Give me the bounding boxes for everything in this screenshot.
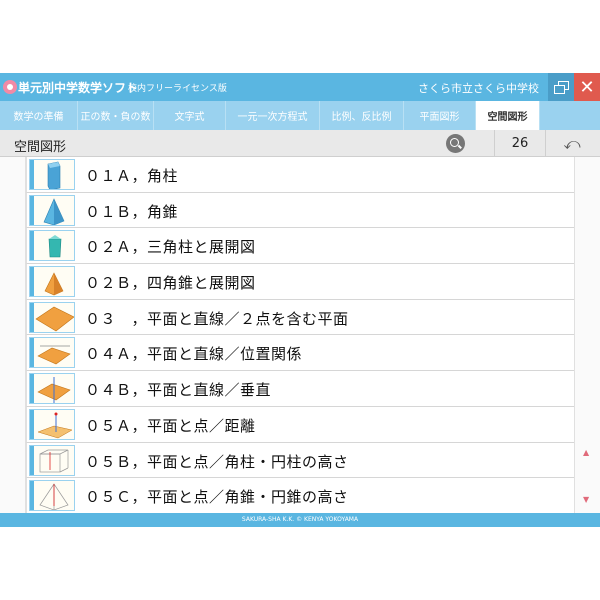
search-icon[interactable] [446, 134, 465, 153]
lesson-label: ０２Ｂ，四角錐と展開図 [85, 274, 256, 293]
tab-literal-expressions[interactable]: 文字式 [154, 101, 226, 130]
app-window: 単元別中学数学ソフト 校内フリーライセンス版 さくら市立さくら中学校 ✕ 数学の… [0, 73, 600, 527]
list-item[interactable]: ０４Ｂ，平面と直線／垂直 [26, 371, 574, 407]
plane-thumbnail-icon [29, 301, 75, 333]
section-header: 空間図形 26 ⤺ [0, 130, 600, 157]
list-item[interactable]: ０２Ｂ，四角錐と展開図 [26, 264, 574, 300]
restore-window-button[interactable] [548, 73, 574, 101]
list-item[interactable]: ０５Ａ，平面と点／距離 [26, 406, 574, 443]
lesson-label: ０５Ｂ，平面と点／角柱・円柱の高さ [85, 452, 349, 471]
lesson-list-area: ０１Ａ，角柱 ０１Ｂ，角錐 ０２Ａ，三角柱と展開図 ０２Ｂ，四角錐と展開図 ０３… [0, 157, 600, 513]
license-label: 校内フリーライセンス版 [128, 84, 227, 94]
tab-positive-negative-numbers[interactable]: 正の数・負の数 [78, 101, 154, 130]
app-title: 単元別中学数学ソフト [18, 81, 139, 95]
lesson-label: ０２Ａ，三角柱と展開図 [85, 238, 256, 257]
list-item[interactable]: ０２Ａ，三角柱と展開図 [26, 228, 574, 265]
back-icon[interactable]: ⤺ [552, 134, 592, 153]
lesson-label: ０３ ，平面と直線／２点を含む平面 [85, 309, 349, 328]
close-window-button[interactable]: ✕ [574, 73, 600, 101]
list-item[interactable]: ０３ ，平面と直線／２点を含む平面 [26, 299, 574, 336]
item-count: 26 [494, 130, 546, 157]
prism-thumbnail-icon [29, 159, 75, 190]
sakura-logo-icon [3, 80, 17, 94]
plane-point-thumbnail-icon [29, 408, 75, 440]
list-item[interactable]: ０４Ａ，平面と直線／位置関係 [26, 335, 574, 372]
scrollbar[interactable]: ▲ ▼ [574, 157, 600, 513]
tab-linear-equations[interactable]: 一元一次方程式 [226, 101, 320, 130]
list-item[interactable]: ０５Ｃ，平面と点／角錐・円錐の高さ [26, 478, 574, 513]
list-item[interactable]: ０１Ｂ，角錐 [26, 192, 574, 229]
lesson-label: ０１Ｂ，角錐 [85, 202, 179, 221]
lesson-label: ０１Ａ，角柱 [85, 167, 179, 185]
left-gutter [0, 157, 26, 513]
lesson-label: ０４Ｂ，平面と直線／垂直 [85, 381, 272, 400]
scroll-down-icon[interactable]: ▼ [583, 495, 589, 504]
lesson-label: ０４Ａ，平面と直線／位置関係 [85, 345, 303, 364]
lesson-label: ０５Ｃ，平面と点／角錐・円錐の高さ [85, 488, 349, 507]
tab-proportion[interactable]: 比例、反比例 [320, 101, 404, 130]
tab-math-preparation[interactable]: 数学の準備 [0, 101, 78, 130]
list-item[interactable]: ０５Ｂ，平面と点／角柱・円柱の高さ [26, 442, 574, 479]
scroll-up-icon[interactable]: ▲ [583, 448, 589, 457]
title-bar: 単元別中学数学ソフト 校内フリーライセンス版 さくら市立さくら中学校 ✕ [0, 73, 600, 101]
footer-copyright: SAKURA-SHA K.K. © KENYA YOKOYAMA [0, 513, 600, 527]
triangular-prism-thumbnail-icon [29, 230, 75, 262]
list-item[interactable]: ０１Ａ，角柱 [26, 157, 574, 193]
close-icon: ✕ [579, 76, 595, 98]
tab-empty [540, 101, 600, 130]
plane-line-thumbnail-icon [29, 337, 75, 369]
square-pyramid-thumbnail-icon [29, 266, 75, 298]
restore-icon [554, 81, 569, 94]
tab-solid-figures[interactable]: 空間図形 [476, 101, 540, 130]
pyramid-height-thumbnail-icon [29, 480, 75, 512]
pyramid-thumbnail-icon [29, 194, 75, 226]
unit-tabs: 数学の準備 正の数・負の数 文字式 一元一次方程式 比例、反比例 平面図形 空間… [0, 101, 600, 130]
tab-plane-figures[interactable]: 平面図形 [404, 101, 476, 130]
section-title: 空間図形 [14, 140, 67, 155]
prism-height-thumbnail-icon [29, 444, 75, 476]
school-name: さくら市立さくら中学校 [418, 82, 539, 95]
lesson-label: ０５Ａ，平面と点／距離 [85, 416, 256, 435]
plane-perpendicular-thumbnail-icon [29, 373, 75, 405]
lesson-list: ０１Ａ，角柱 ０１Ｂ，角錐 ０２Ａ，三角柱と展開図 ０２Ｂ，四角錐と展開図 ０３… [26, 157, 574, 513]
